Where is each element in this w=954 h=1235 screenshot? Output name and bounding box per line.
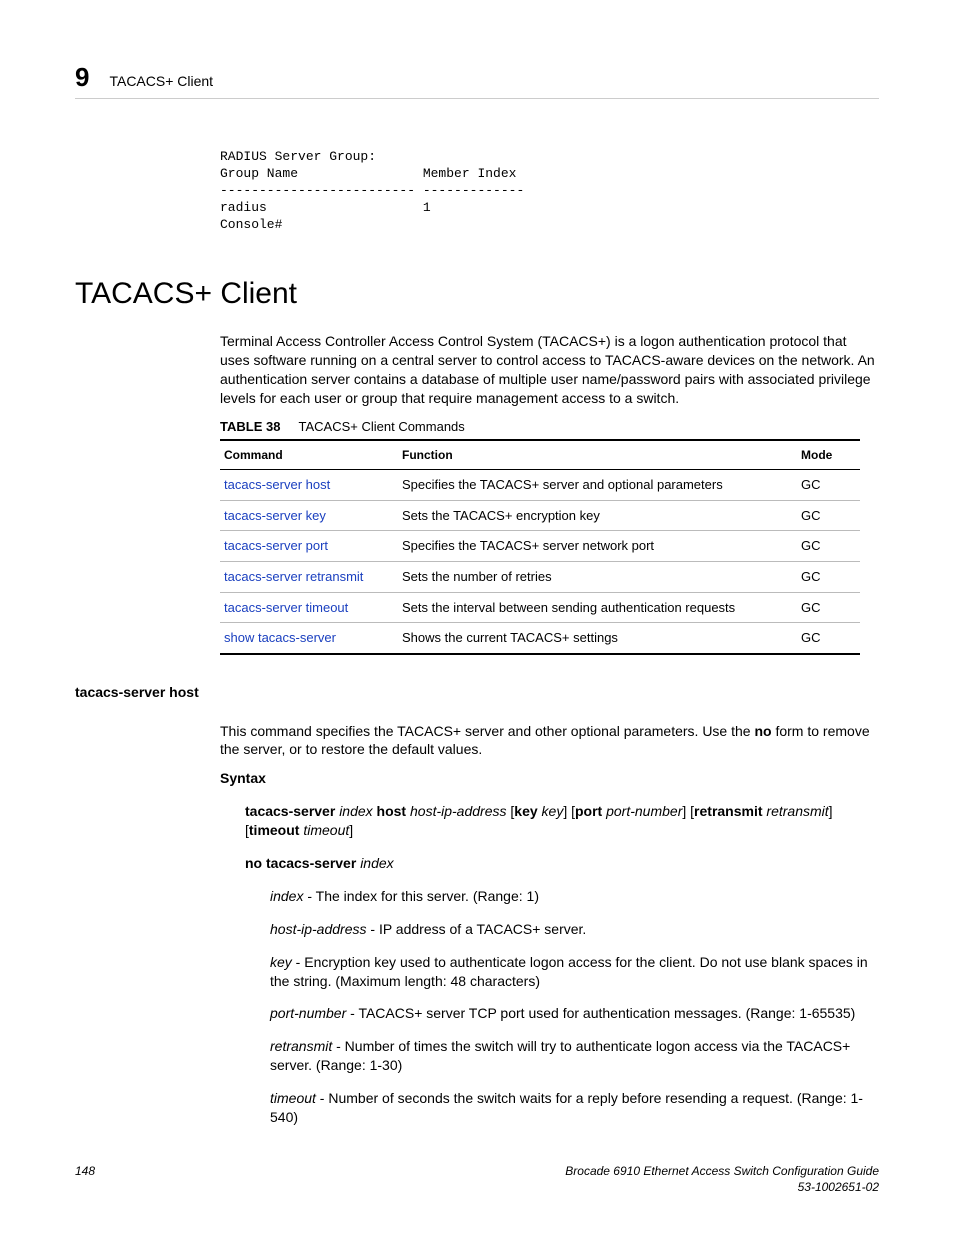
table-row: tacacs-server key Sets the TACACS+ encry… [220,500,860,531]
intro-paragraph: Terminal Access Controller Access Contro… [220,332,879,408]
command-description: This command specifies the TACACS+ serve… [220,722,879,760]
cmd-mode: GC [797,531,860,562]
cmd-link[interactable]: tacacs-server port [220,531,398,562]
cmd-fn: Specifies the TACACS+ server and optiona… [398,470,797,501]
cmd-link[interactable]: show tacacs-server [220,623,398,654]
table-row: tacacs-server timeout Sets the interval … [220,592,860,623]
param-timeout: timeout - Number of seconds the switch w… [270,1089,879,1127]
table-caption: TABLE 38 TACACS+ Client Commands [220,418,879,436]
cmd-link[interactable]: tacacs-server timeout [220,592,398,623]
cmd-mode: GC [797,500,860,531]
cmd-fn: Specifies the TACACS+ server network por… [398,531,797,562]
cmd-link[interactable]: tacacs-server host [220,470,398,501]
col-mode: Mode [797,440,860,470]
param-host-ip: host-ip-address - IP address of a TACACS… [270,920,879,939]
table-label: TABLE 38 [220,419,280,434]
table-row: tacacs-server retransmit Sets the number… [220,561,860,592]
footer-right: Brocade 6910 Ethernet Access Switch Conf… [565,1163,879,1195]
syntax-line-1: tacacs-server index host host-ip-address… [245,802,879,840]
footer-title: Brocade 6910 Ethernet Access Switch Conf… [565,1163,879,1179]
section-title: TACACS+ Client [75,274,879,315]
cmd-mode: GC [797,470,860,501]
table-row: show tacacs-server Shows the current TAC… [220,623,860,654]
param-port: port-number - TACACS+ server TCP port us… [270,1004,879,1023]
param-index: index - The index for this server. (Rang… [270,887,879,906]
cmd-fn: Shows the current TACACS+ settings [398,623,797,654]
table-header-row: Command Function Mode [220,440,860,470]
table-title: TACACS+ Client Commands [299,419,465,434]
table-row: tacacs-server host Specifies the TACACS+… [220,470,860,501]
chapter-label: TACACS+ Client [109,72,213,91]
footer-docnum: 53-1002651-02 [565,1179,879,1195]
cmd-fn: Sets the number of retries [398,561,797,592]
cmd-link[interactable]: tacacs-server key [220,500,398,531]
syntax-heading: Syntax [220,769,879,788]
cmd-mode: GC [797,592,860,623]
page-header: 9 TACACS+ Client [75,60,879,99]
code-block: RADIUS Server Group: Group Name Member I… [220,149,879,233]
col-function: Function [398,440,797,470]
param-retransmit: retransmit - Number of times the switch … [270,1037,879,1075]
cmd-link[interactable]: tacacs-server retransmit [220,561,398,592]
page-footer: 148 Brocade 6910 Ethernet Access Switch … [75,1163,879,1195]
commands-table: Command Function Mode tacacs-server host… [220,439,860,654]
cmd-fn: Sets the TACACS+ encryption key [398,500,797,531]
syntax-line-2: no tacacs-server index [245,854,879,873]
col-command: Command [220,440,398,470]
cmd-mode: GC [797,623,860,654]
page-number: 148 [75,1163,95,1195]
table-row: tacacs-server port Specifies the TACACS+… [220,531,860,562]
param-key: key - Encryption key used to authenticat… [270,953,879,991]
cmd-mode: GC [797,561,860,592]
chapter-number: 9 [75,60,89,95]
command-heading: tacacs-server host [75,683,879,702]
cmd-fn: Sets the interval between sending authen… [398,592,797,623]
